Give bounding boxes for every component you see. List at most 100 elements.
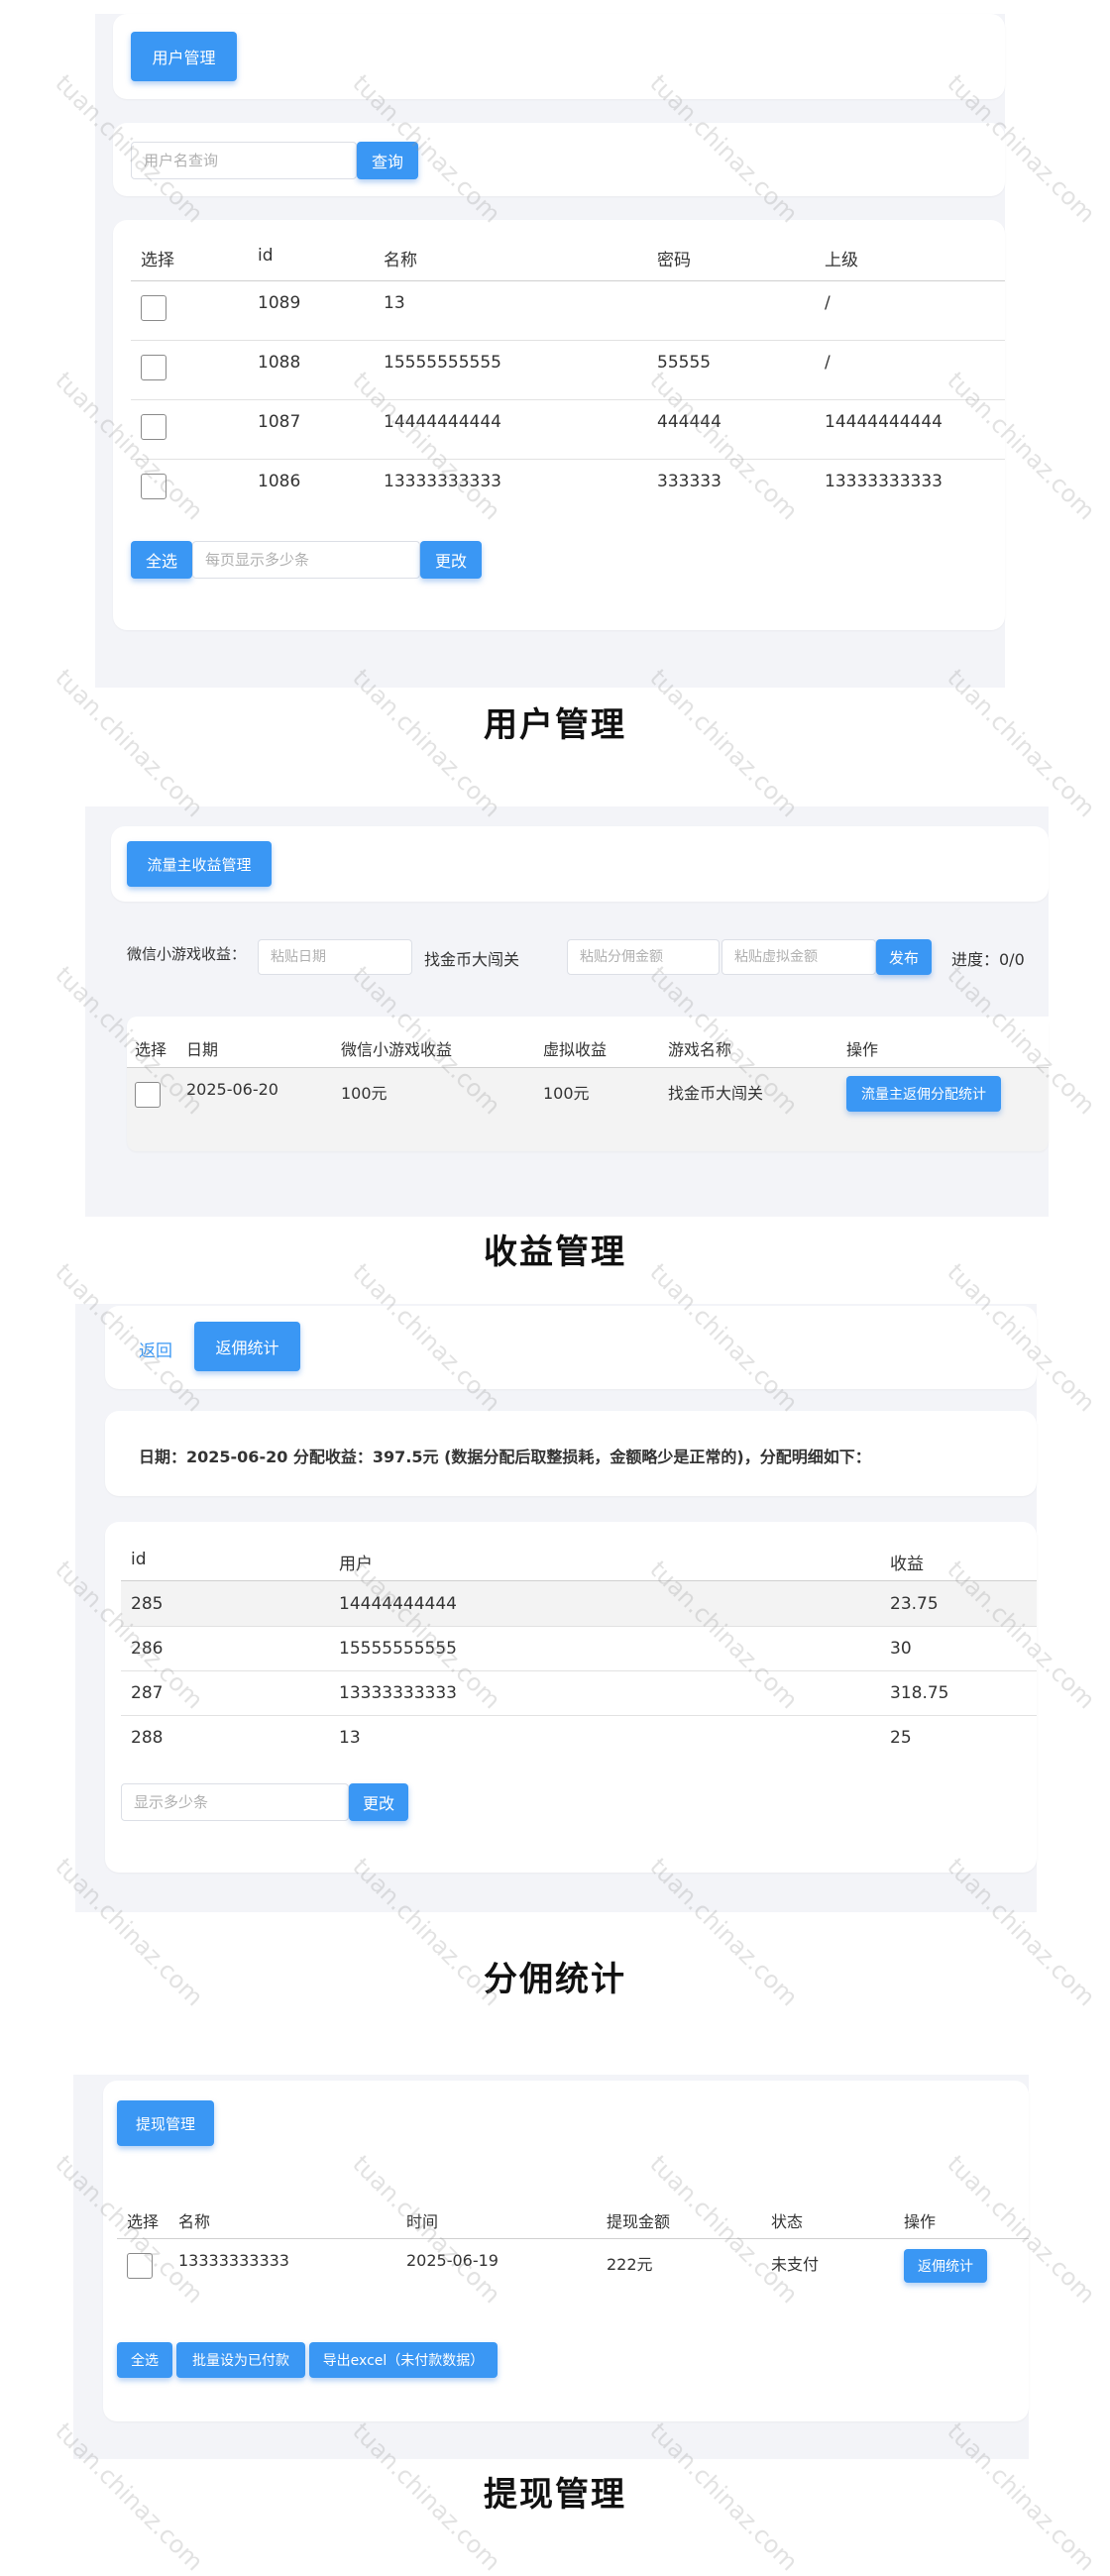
- table-cell-wx-income: 100元: [341, 1084, 388, 1103]
- table-cell-id: 288: [131, 1728, 164, 1748]
- table-cell-password: 333333: [657, 472, 722, 491]
- table-cell-user: 15555555555: [339, 1639, 457, 1659]
- section-caption-income-management: 收益管理: [484, 1233, 626, 1272]
- section-caption-user-management: 用户管理: [484, 705, 626, 745]
- game-name-value: 找金币大闯关: [424, 950, 520, 969]
- commission-distribution-button[interactable]: 流量主返佣分配统计: [846, 1076, 1001, 1112]
- withdraw-commission-stats-button[interactable]: 返佣统计: [904, 2249, 987, 2283]
- export-excel-button[interactable]: 导出excel（未付款数据）: [309, 2342, 498, 2378]
- row-divider: [131, 399, 1005, 400]
- commission-summary-text: 日期：2025-06-20 分配收益：397.5元 (数据分配后取整损耗，金额略…: [139, 1448, 871, 1466]
- col-parent: 上级: [825, 251, 858, 270]
- col-time: 时间: [406, 2212, 439, 2231]
- table-cell-id: 1087: [258, 412, 301, 432]
- row-checkbox[interactable]: [135, 1082, 161, 1108]
- row-divider: [121, 1626, 1037, 1627]
- col-action: 操作: [846, 1040, 879, 1059]
- table-cell-password: 444444: [657, 412, 722, 432]
- income-management-title-button[interactable]: 流量主收益管理: [127, 841, 272, 887]
- col-virtual-income: 虚拟收益: [543, 1040, 608, 1059]
- section-caption-withdraw-management: 提现管理: [484, 2475, 626, 2515]
- table-cell-income: 23.75: [890, 1594, 939, 1614]
- table-cell-parent: /: [825, 293, 831, 313]
- table-cell-name: 15555555555: [384, 353, 501, 373]
- row-divider: [131, 459, 1005, 460]
- col-user: 用户: [339, 1555, 373, 1574]
- col-action: 操作: [904, 2212, 937, 2231]
- withdraw-select-all-button[interactable]: 全选: [117, 2342, 172, 2378]
- wx-income-form-label: 微信小游戏收益：: [127, 945, 247, 963]
- table-cell-game-name: 找金币大闯关: [668, 1084, 764, 1103]
- col-select: 选择: [127, 2212, 160, 2231]
- table-cell-income: 318.75: [890, 1683, 949, 1703]
- col-select: 选择: [141, 251, 174, 270]
- per-page-change-button[interactable]: 更改: [420, 541, 482, 579]
- back-link[interactable]: 返回: [139, 1337, 172, 1361]
- table-cell-id: 1086: [258, 472, 301, 491]
- col-name: 名称: [384, 251, 417, 270]
- table-cell-parent: /: [825, 353, 831, 373]
- col-wx-income: 微信小游戏收益: [341, 1040, 453, 1059]
- col-password: 密码: [657, 251, 691, 270]
- col-name: 名称: [178, 2212, 211, 2231]
- table-header-divider: [117, 2238, 1029, 2239]
- table-cell-income: 25: [890, 1728, 912, 1748]
- paste-date-input[interactable]: [258, 939, 412, 975]
- col-income: 收益: [890, 1555, 924, 1574]
- row-checkbox[interactable]: [141, 295, 166, 321]
- batch-mark-paid-button[interactable]: 批量设为已付款: [176, 2342, 305, 2378]
- withdraw-management-title-button[interactable]: 提现管理: [117, 2100, 214, 2146]
- user-management-title-button[interactable]: 用户管理: [131, 32, 237, 81]
- col-id: id: [131, 1550, 147, 1569]
- table-cell-id: 286: [131, 1639, 164, 1659]
- row-divider: [131, 340, 1005, 341]
- table-cell-status: 未支付: [771, 2255, 820, 2274]
- per-page-input[interactable]: [192, 541, 420, 579]
- col-date: 日期: [186, 1040, 219, 1059]
- col-status: 状态: [771, 2212, 804, 2231]
- table-cell-name: 13333333333: [384, 472, 501, 491]
- table-cell-parent: 14444444444: [825, 412, 943, 432]
- table-cell-id: 287: [131, 1683, 164, 1703]
- col-id: id: [258, 246, 274, 266]
- table-header-divider: [131, 280, 1005, 281]
- table-cell-id: 285: [131, 1594, 164, 1614]
- table-cell-password: 55555: [657, 353, 712, 373]
- select-all-button[interactable]: 全选: [131, 541, 192, 579]
- username-search-input[interactable]: [131, 142, 357, 179]
- table-cell-name: 13333333333: [178, 2251, 289, 2270]
- show-count-input[interactable]: [121, 1783, 349, 1821]
- table-cell-amount: 222元: [607, 2255, 653, 2274]
- paste-split-amount-input[interactable]: [567, 939, 720, 975]
- row-checkbox[interactable]: [141, 474, 166, 499]
- row-divider: [121, 1715, 1037, 1716]
- progress-text: 进度：0/0: [951, 950, 1025, 969]
- table-cell-date: 2025-06-20: [186, 1080, 278, 1099]
- table-cell-name: 14444444444: [384, 412, 501, 432]
- table-cell-user: 14444444444: [339, 1594, 457, 1614]
- table-cell-virtual-income: 100元: [543, 1084, 590, 1103]
- search-button[interactable]: 查询: [357, 142, 418, 179]
- table-header-divider: [127, 1067, 1049, 1068]
- col-select: 选择: [135, 1040, 167, 1059]
- section-caption-commission-stats: 分佣统计: [484, 1960, 626, 1999]
- table-cell-user: 13: [339, 1728, 361, 1748]
- table-cell-time: 2025-06-19: [406, 2251, 499, 2270]
- publish-button[interactable]: 发布: [876, 939, 932, 975]
- row-checkbox[interactable]: [141, 414, 166, 440]
- col-withdraw-amount: 提现金额: [607, 2212, 671, 2231]
- show-count-change-button[interactable]: 更改: [349, 1783, 408, 1821]
- table-cell-id: 1089: [258, 293, 301, 313]
- paste-virtual-amount-input[interactable]: [722, 939, 876, 975]
- col-game-name: 游戏名称: [668, 1040, 732, 1059]
- commission-stats-title-button[interactable]: 返佣统计: [194, 1322, 300, 1371]
- row-checkbox[interactable]: [127, 2253, 153, 2279]
- table-cell-id: 1088: [258, 353, 301, 373]
- table-cell-income: 30: [890, 1639, 912, 1659]
- table-cell-user: 13333333333: [339, 1683, 457, 1703]
- table-cell-name: 13: [384, 293, 405, 313]
- table-cell-parent: 13333333333: [825, 472, 943, 491]
- user-header-card: [113, 14, 1005, 99]
- row-divider: [121, 1670, 1037, 1671]
- row-checkbox[interactable]: [141, 355, 166, 380]
